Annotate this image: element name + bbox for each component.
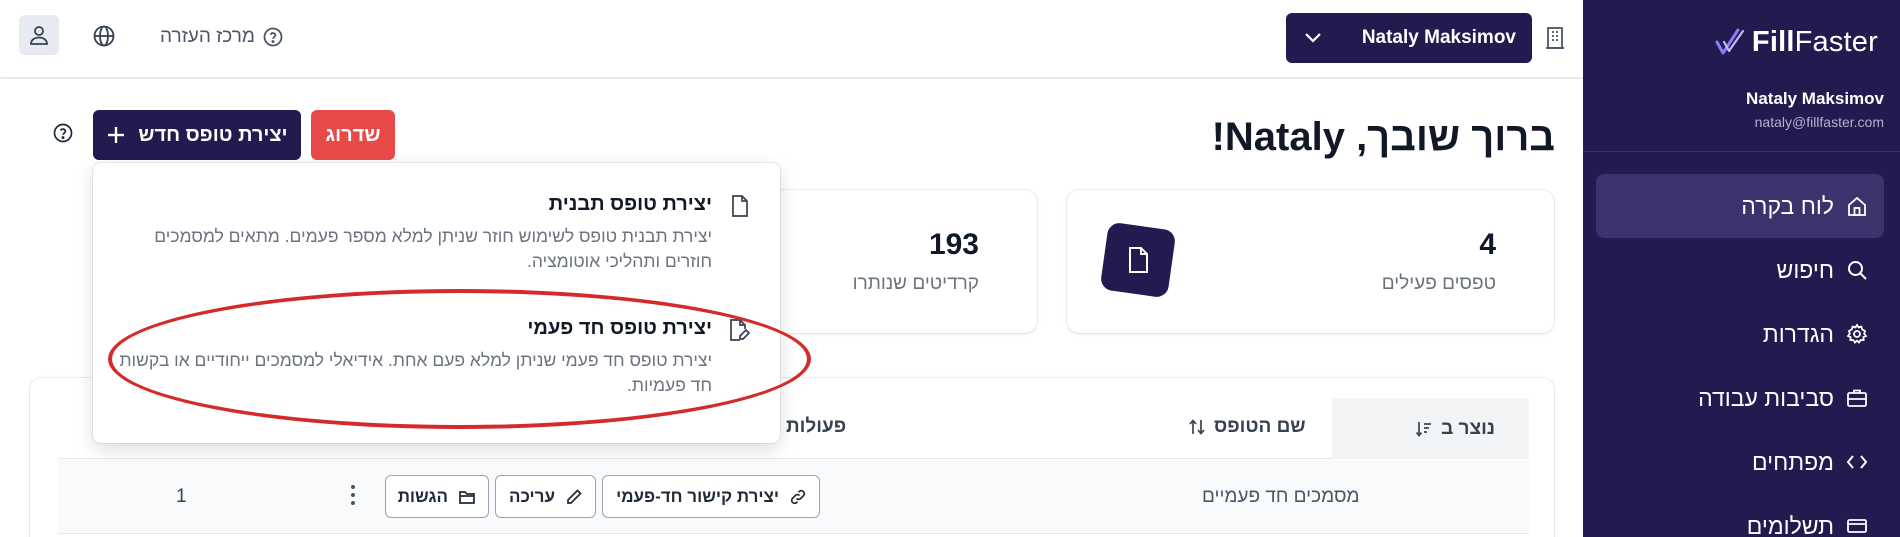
column-header-label: נוצר ב	[1441, 417, 1495, 439]
document-icon	[1099, 221, 1177, 299]
sidebar-nav: לוח בקרה חיפוש הגדרות סביבות עבודה מפתחי…	[1596, 174, 1884, 537]
help-center-label: מרכז העזרה	[160, 26, 255, 47]
more-options-icon[interactable]	[349, 484, 357, 506]
create-one-time-link-button[interactable]: יצירת קישור חד-פעמי	[602, 475, 820, 518]
sidebar-item-label: לוח בקרה	[1741, 192, 1834, 219]
search-icon	[1846, 259, 1868, 281]
column-header-label: שם הטופס	[1214, 416, 1306, 437]
sidebar-item-dashboard[interactable]: לוח בקרה	[1596, 174, 1884, 238]
user-icon	[28, 24, 50, 46]
checkmark-logo-icon	[1714, 27, 1746, 57]
menu-item-title: יצירת טופס חד פעמי	[527, 317, 712, 339]
help-center-link[interactable]: מרכז העזרה	[160, 26, 283, 48]
user-dropdown-label: Nataly Maksimov	[1361, 27, 1516, 48]
column-header-actions: פעולות	[786, 416, 847, 437]
app-logo[interactable]: FillFaster	[1714, 24, 1878, 60]
page-title: ברוך שובך, Nataly!	[1211, 115, 1555, 159]
stat-value: 4	[1479, 228, 1496, 261]
stat-value: 193	[928, 228, 979, 261]
sidebar-user-email: nataly@fillfaster.com	[1754, 114, 1884, 130]
sidebar-item-label: תשלומים	[1746, 512, 1834, 537]
sidebar: FillFaster Nataly Maksimov nataly@fillfa…	[1583, 0, 1900, 537]
form-name: מסמכים חד פעמיים	[1202, 486, 1360, 507]
edit-button[interactable]: עריכה	[495, 475, 596, 518]
upgrade-button[interactable]: שדרוג	[311, 110, 395, 160]
home-icon	[1846, 195, 1868, 217]
stat-card-active-forms: 4 טפסים פעילים	[1067, 190, 1554, 333]
new-form-dropdown-menu: יצירת טופס תבנית יצירת תבנית טופס לשימוש…	[93, 163, 780, 443]
menu-item-title: יצירת טופס תבנית	[548, 193, 712, 215]
menu-item-template-form[interactable]: יצירת טופס תבנית יצירת תבנית טופס לשימוש…	[110, 193, 750, 274]
sidebar-item-label: חיפוש	[1776, 256, 1834, 283]
pencil-icon	[565, 488, 583, 506]
plus-icon	[106, 125, 126, 145]
building-icon[interactable]	[1545, 26, 1565, 50]
button-label: הגשות	[397, 486, 448, 506]
user-dropdown[interactable]: Nataly Maksimov	[1286, 13, 1532, 63]
stat-label: קרדיטים שנותרו	[852, 273, 979, 294]
document-edit-icon	[728, 318, 750, 342]
new-form-button[interactable]: יצירת טופס חדש	[93, 110, 301, 160]
logo-text: FillFaster	[1751, 25, 1878, 58]
gear-icon	[1846, 323, 1868, 345]
button-label: עריכה	[509, 486, 555, 506]
sidebar-item-workspaces[interactable]: סביבות עבודה	[1596, 366, 1884, 430]
sidebar-divider	[1583, 151, 1900, 152]
document-icon	[730, 194, 750, 218]
column-header-name[interactable]: שם הטופס	[1188, 416, 1306, 438]
submissions-button[interactable]: הגשות	[385, 475, 489, 518]
profile-avatar[interactable]	[19, 15, 59, 55]
new-form-label: יצירת טופס חדש	[138, 123, 288, 146]
globe-icon[interactable]	[92, 24, 116, 48]
sort-icon	[1188, 418, 1206, 436]
sidebar-user-name: Nataly Maksimov	[1746, 89, 1884, 108]
sidebar-item-payments[interactable]: תשלומים	[1596, 494, 1884, 537]
question-circle-icon	[263, 27, 283, 47]
submission-count: 1	[176, 486, 187, 507]
chevron-down-icon	[1304, 32, 1322, 44]
menu-item-description: יצירת תבנית טופס לשימוש חוזר שניתן למלא …	[154, 226, 712, 271]
table-row[interactable]: מסמכים חד פעמיים יצירת קישור חד-פעמי ערי…	[58, 460, 1529, 534]
sidebar-item-label: הגדרות	[1762, 320, 1834, 347]
menu-item-description: יצירת טופס חד פעמי שניתן למלא פעם אחת. א…	[119, 350, 712, 395]
column-header-created[interactable]: נוצר ב	[1332, 398, 1529, 459]
sidebar-item-search[interactable]: חיפוש	[1596, 238, 1884, 302]
sidebar-item-label: סביבות עבודה	[1698, 384, 1834, 411]
menu-item-one-time-form[interactable]: יצירת טופס חד פעמי יצירת טופס חד פעמי שנ…	[110, 317, 750, 398]
link-icon	[789, 488, 807, 506]
code-icon	[1846, 451, 1868, 473]
folder-icon	[458, 488, 476, 506]
payments-icon	[1846, 515, 1868, 537]
sidebar-item-settings[interactable]: הגדרות	[1596, 302, 1884, 366]
sort-desc-icon	[1415, 420, 1433, 438]
button-label: יצירת קישור חד-פעמי	[616, 486, 779, 506]
sidebar-item-developers[interactable]: מפתחים	[1596, 430, 1884, 494]
help-icon[interactable]	[53, 123, 73, 143]
stat-label: טפסים פעילים	[1381, 273, 1496, 294]
briefcase-icon	[1846, 387, 1868, 409]
sidebar-item-label: מפתחים	[1752, 448, 1834, 475]
top-bar: Nataly Maksimov מרכז העזרה	[0, 0, 1583, 78]
